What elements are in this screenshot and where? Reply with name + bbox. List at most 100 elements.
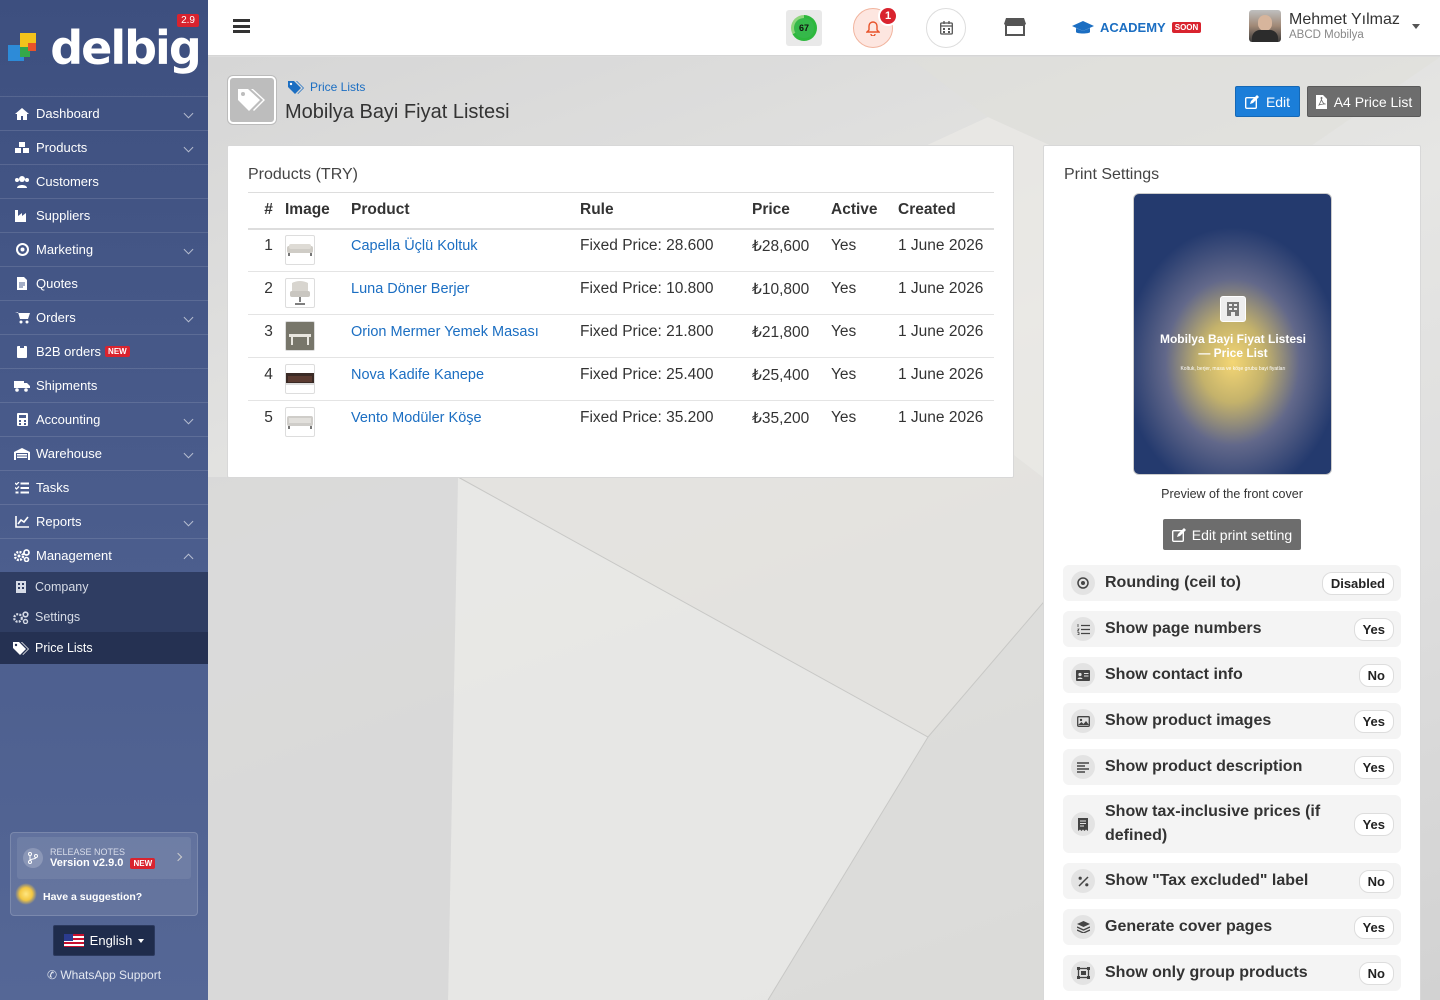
product-created: 1 June 2026 [898,228,994,272]
sidebar-item-b2b-orders[interactable]: B2B orders NEW [0,334,208,368]
tags-icon [13,641,29,655]
product-rule: Fixed Price: 35.200 [580,409,714,427]
us-flag-icon [63,934,84,947]
academy-link[interactable]: ACADEMY SOON [1072,20,1202,35]
row-number: 2 [248,271,285,315]
product-link[interactable]: Nova Kadife Kanepe [351,367,484,383]
product-active: Yes [831,409,857,427]
whatsapp-label: WhatsApp Support [60,968,162,982]
product-rule: Fixed Price: 10.800 [580,271,752,315]
calendar-icon [939,21,953,35]
store-icon[interactable] [1004,17,1026,37]
sidebar-item-tasks[interactable]: Tasks [0,470,208,504]
product-thumbnail[interactable] [285,314,351,358]
column-header-created: Created [898,192,994,230]
object-group-icon [1071,961,1095,985]
truck-icon [14,379,30,392]
breadcrumb[interactable]: Price Lists [288,80,365,94]
pdf-file-icon [1315,94,1327,109]
breadcrumb-price-lists[interactable]: Price Lists [310,80,365,94]
user-company: ABCD Mobilya [1289,29,1364,41]
sidebar-item-management[interactable]: Management [0,538,208,572]
sidebar-subitem-price-lists[interactable]: Price Lists [0,632,208,664]
sidebar-item-suppliers[interactable]: Suppliers [0,198,208,232]
sidebar-item-warehouse[interactable]: Warehouse [0,436,208,470]
sidebar-item-label: B2B orders [36,344,102,359]
hamburger-menu-icon[interactable] [233,19,250,33]
calendar-button[interactable] [926,8,966,48]
product-price: ₺35,200 [752,409,810,427]
edit-icon [1244,94,1259,109]
a4-price-list-label: A4 Price List [1333,93,1413,110]
setting-value-badge: Yes [1353,617,1394,641]
whatsapp-support-link[interactable]: ✆ WhatsApp Support [0,968,208,982]
release-notes-title: RELEASE NOTES [50,847,126,857]
setting-value-badge: Yes [1353,915,1394,939]
whatsapp-icon: ✆ [46,968,61,982]
language-selector[interactable]: English [53,925,155,956]
sidebar-item-reports[interactable]: Reports [0,504,208,538]
product-thumbnail[interactable] [285,401,351,444]
score-widget[interactable]: 67 [786,10,822,46]
setting-label: Show product images [1105,712,1272,729]
column-header-number: # [248,192,285,230]
product-thumbnail[interactable] [285,271,351,315]
setting-group-products: Show only group products No [1063,955,1401,991]
user-menu[interactable]: Mehmet Yılmaz ABCD Mobilya [1249,10,1420,42]
product-link[interactable]: Orion Mermer Yemek Masası [351,324,539,340]
sidebar-item-products[interactable]: Products [0,130,208,164]
image-icon [1071,709,1095,733]
notifications-button[interactable]: 1 [853,6,898,48]
sidebar-item-label: Quotes [36,276,78,291]
product-link[interactable]: Luna Döner Berjer [351,281,470,297]
dining-table-image-icon [285,321,315,351]
cubes-icon [14,141,30,154]
release-notes-link[interactable]: RELEASE NOTES Version v2.9.0 NEW [17,837,191,879]
chevron-right-icon [173,852,183,862]
product-active: Yes [831,314,898,358]
row-number: 4 [248,357,285,401]
user-name: Mehmet Yılmaz [1289,11,1400,28]
sidebar-item-label: Management [36,548,112,563]
setting-label: Generate cover pages [1105,918,1273,935]
sidebar-subitem-settings[interactable]: Settings [0,602,208,632]
product-thumbnail[interactable] [285,357,351,401]
product-created: 1 June 2026 [898,314,994,358]
sidebar-item-quotes[interactable]: Quotes [0,266,208,300]
logo-mark-icon [8,33,44,69]
product-link[interactable]: Capella Üçlü Koltuk [351,238,478,254]
academy-label: ACADEMY [1100,20,1166,35]
product-rule: Fixed Price: 28.600 [580,228,752,272]
sidebar-item-customers[interactable]: Customers [0,164,208,198]
sidebar-item-shipments[interactable]: Shipments [0,368,208,402]
suggestion-link[interactable]: Have a suggestion? [43,891,142,903]
edit-print-setting-button[interactable]: Edit print setting [1163,519,1301,550]
product-link[interactable]: Vento Modüler Köşe [351,410,482,426]
setting-page-numbers: Show page numbers Yes [1063,611,1401,647]
setting-label: Show "Tax excluded" label [1105,872,1309,889]
sidebar-item-marketing[interactable]: Marketing [0,232,208,266]
a4-price-list-button[interactable]: A4 Price List [1307,86,1421,117]
building-icon [13,581,29,594]
setting-tax-inclusive: Show tax-inclusive prices (if defined) Y… [1063,795,1401,853]
sidebar-subitem-label: Company [35,580,89,594]
edit-button[interactable]: Edit [1235,86,1300,117]
code-branch-icon [23,848,43,868]
table-header-row: # Image Product Rule Price Active Create… [248,192,994,230]
topbar: 67 1 ACADEMY SOON Mehmet Yılmaz ABCD Mob… [208,0,1440,56]
sidebar-item-accounting[interactable]: Accounting [0,402,208,436]
building-icon [1220,296,1246,322]
sidebar-item-orders[interactable]: Orders [0,300,208,334]
product-price: ₺28,600 [752,228,831,272]
sidebar-item-dashboard[interactable]: Dashboard [0,96,208,130]
logo[interactable]: delbig 2.9 [0,0,208,96]
setting-label: Rounding (ceil to) [1105,574,1241,591]
armchair-image-icon [285,278,315,308]
sidebar: delbig 2.9 Dashboard Products Customers … [0,0,208,1000]
cover-preview[interactable]: Mobilya Bayi Fiyat Listesi — Price List … [1133,193,1332,475]
product-thumbnail[interactable] [285,228,351,272]
main-content: Price Lists Mobilya Bayi Fiyat Listesi E… [208,57,1440,1000]
sidebar-subitem-company[interactable]: Company [0,572,208,602]
layers-icon [1071,915,1095,939]
setting-value-badge: Yes [1353,709,1394,733]
